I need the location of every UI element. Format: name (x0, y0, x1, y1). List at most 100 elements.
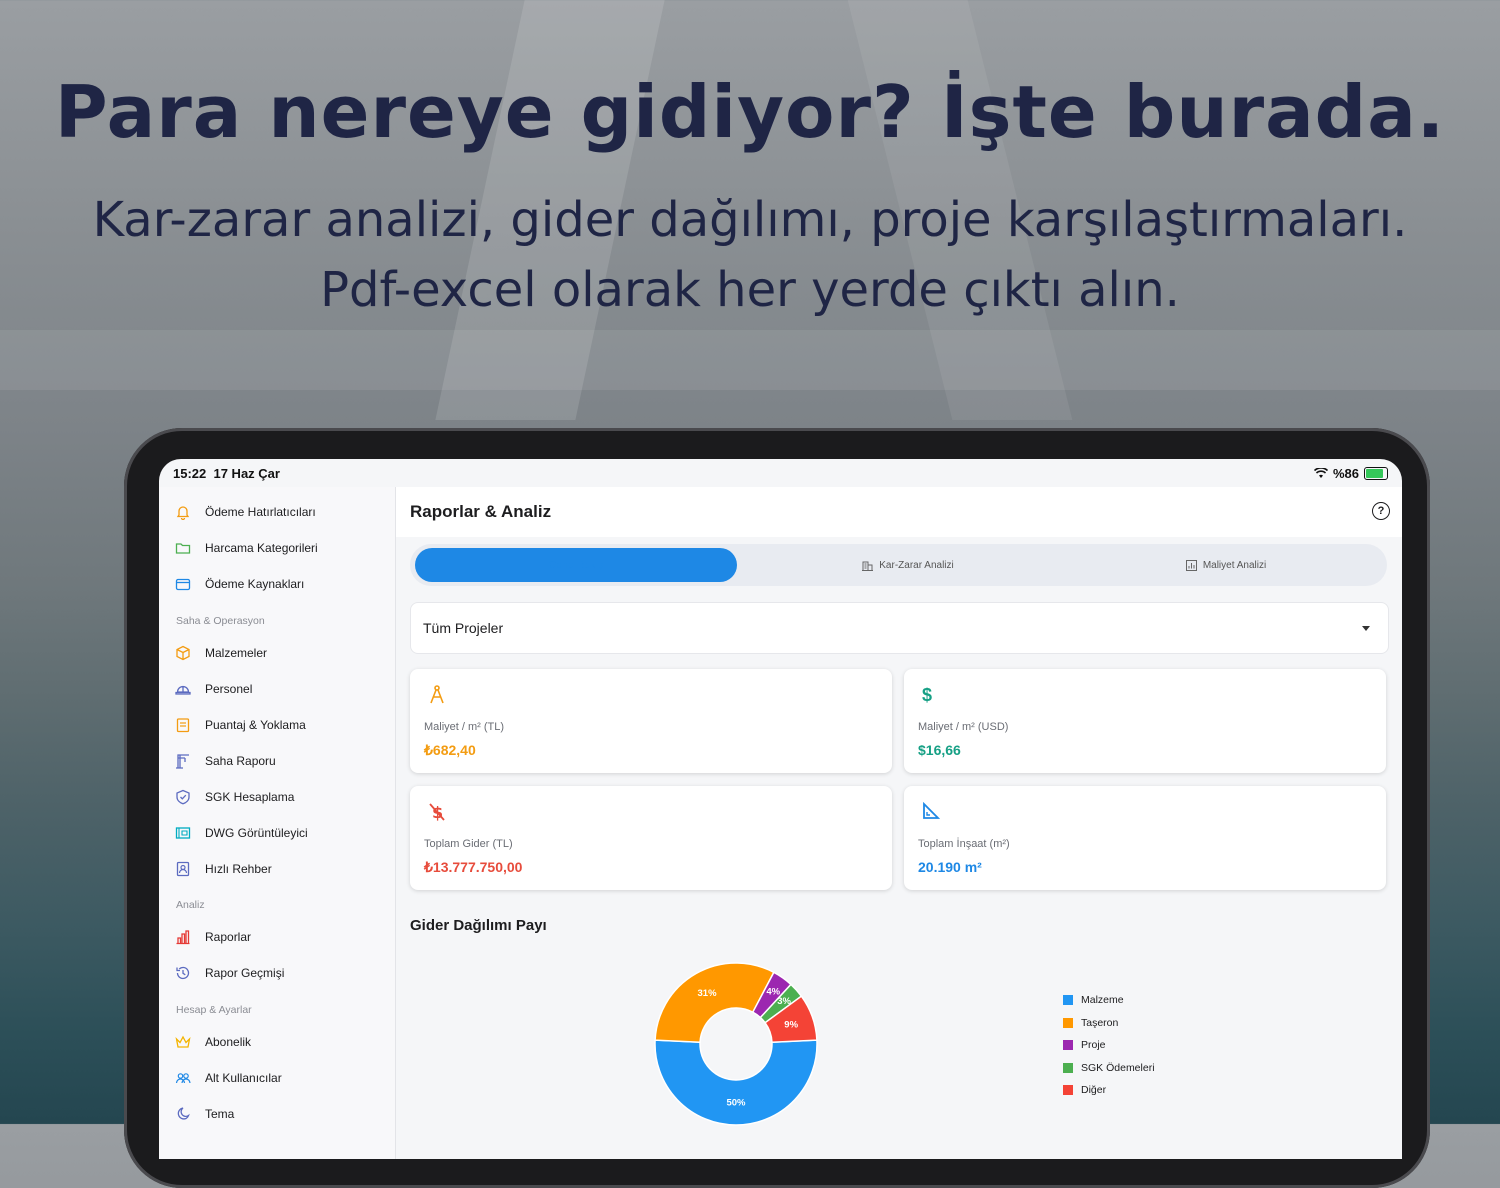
sidebar-item-label: Ödeme Kaynakları (205, 577, 305, 591)
chart-legend: Malzeme Taşeron Proje SGK Ödemeleri Diğer (1063, 989, 1155, 1102)
subline-2: Pdf-excel olarak her yerde çıktı alın. (320, 262, 1180, 318)
stat-card-total-construction: Toplam İnşaat (m²) 20.190 m² (904, 786, 1386, 890)
background-beam (0, 330, 1500, 390)
helmet-icon (174, 680, 192, 698)
tab-bar: Genel Bakış Kar-Zarar Analizi Maliyet An… (410, 544, 1387, 586)
sidebar-item-label: Puantaj & Yoklama (205, 718, 306, 732)
sidebar-item-report-history[interactable]: Rapor Geçmişi (159, 958, 395, 988)
sidebar-item-label: Malzemeler (205, 646, 268, 660)
battery-percent: %86 (1332, 466, 1359, 481)
sidebar-item-label: Personel (205, 682, 253, 696)
legend-label: Taşeron (1081, 1016, 1119, 1029)
sidebar: Ödeme Hatırlatıcıları Harcama Kategorile… (159, 487, 396, 1159)
tab-cost-analysis[interactable]: Maliyet Analizi (1070, 548, 1382, 582)
sidebar-item-label: DWG Görüntüleyici (205, 826, 308, 840)
compass-icon (428, 685, 448, 705)
history-icon (174, 964, 192, 982)
sidebar-item-payment-reminders[interactable]: Ödeme Hatırlatıcıları (159, 497, 395, 527)
sidebar-item-reports[interactable]: Raporlar (159, 922, 395, 952)
legend-label: Proje (1081, 1039, 1106, 1052)
sidebar-item-timesheet[interactable]: Puantaj & Yoklama (159, 710, 395, 740)
building-icon (862, 561, 874, 571)
tab-overview[interactable]: Genel Bakış (415, 548, 737, 582)
legend-label: Malzeme (1081, 994, 1124, 1007)
tab-label: Maliyet Analizi (1202, 559, 1267, 571)
page-title: Raporlar & Analiz (410, 502, 552, 521)
crane-icon (174, 752, 192, 770)
sidebar-item-personnel[interactable]: Personel (159, 674, 395, 704)
donut-slice-malzeme (654, 1039, 818, 1126)
sidebar-item-dwg-viewer[interactable]: DWG Görüntüleyici (159, 818, 395, 848)
headline: Para nereye gidiyor? İşte burada. (54, 70, 1446, 154)
box-icon (174, 644, 192, 662)
chart-section-title: Gider Dağılımı Payı (410, 917, 547, 934)
sidebar-item-label: Abonelik (205, 1035, 252, 1049)
legend-item-malzeme: Malzeme (1063, 989, 1155, 1012)
legend-item-taseron: Taşeron (1063, 1012, 1155, 1035)
stat-label: Maliyet / m² (USD) (918, 721, 1009, 733)
stat-card-cost-per-m2-usd: $ Maliyet / m² (USD) $16,66 (904, 669, 1386, 773)
donut-label-diger: 9% (784, 1019, 798, 1030)
stat-label: Maliyet / m² (TL) (424, 721, 505, 733)
sidebar-item-materials[interactable]: Malzemeler (159, 638, 395, 668)
legend-swatch (1063, 995, 1073, 1006)
wifi-icon (1313, 468, 1328, 478)
sidebar-item-expense-categories[interactable]: Harcama Kategorileri (159, 533, 395, 563)
dollar-icon: $ (922, 685, 933, 705)
tab-label: Genel Bakış (548, 559, 604, 571)
shield-icon (174, 788, 192, 806)
sidebar-item-label: Hızlı Rehber (205, 862, 272, 876)
sidebar-item-site-report[interactable]: Saha Raporu (159, 746, 395, 776)
blueprint-icon (174, 824, 192, 842)
legend-item-proje: Proje (1063, 1034, 1155, 1057)
stat-value: ₺682,40 (424, 742, 476, 758)
bar-chart-icon (174, 928, 192, 946)
sidebar-item-label: Raporlar (205, 930, 252, 944)
crown-icon (174, 1033, 192, 1051)
legend-swatch (1063, 1040, 1073, 1051)
users-icon (174, 1069, 192, 1087)
status-time: 15:22 17 Haz Çar (173, 466, 280, 481)
donut-label-malzeme: 50% (726, 1098, 746, 1109)
moon-icon (174, 1105, 192, 1123)
legend-swatch (1063, 1017, 1073, 1028)
sidebar-item-label: Tema (205, 1107, 235, 1121)
expense-donut-chart: 50%31% 4%3%9% (654, 962, 818, 1126)
stat-card-cost-per-m2-tl: Maliyet / m² (TL) ₺682,40 (410, 669, 892, 773)
legend-item-diger: Diğer (1063, 1079, 1155, 1102)
legend-item-sgk: SGK Ödemeleri (1063, 1057, 1155, 1080)
sidebar-item-theme[interactable]: Tema (159, 1099, 395, 1129)
chart-box-icon (1185, 559, 1197, 571)
help-icon[interactable]: ? (1372, 502, 1390, 520)
sidebar-item-quick-guide[interactable]: Hızlı Rehber (159, 854, 395, 884)
section-label-account: Hesap & Ayarlar (176, 1004, 252, 1016)
stat-value: ₺13.777.750,00 (424, 859, 523, 875)
stat-label: Toplam İnşaat (m²) (918, 838, 1010, 850)
tab-profit-loss[interactable]: Kar-Zarar Analizi (748, 548, 1068, 582)
legend-label: SGK Ödemeleri (1081, 1061, 1155, 1074)
stat-value: $16,66 (918, 742, 961, 758)
tab-label: Kar-Zarar Analizi (879, 559, 954, 571)
section-label-analysis: Analiz (176, 899, 205, 911)
sidebar-item-label: Ödeme Hatırlatıcıları (205, 505, 316, 519)
legend-label: Diğer (1081, 1084, 1107, 1097)
folder-icon (174, 539, 192, 557)
contact-icon (174, 860, 192, 878)
sidebar-item-payment-sources[interactable]: Ödeme Kaynakları (159, 569, 395, 599)
donut-slice-taseron (654, 962, 775, 1044)
sidebar-item-label: Alt Kullanıcılar (205, 1071, 282, 1085)
sidebar-item-sgk[interactable]: SGK Hesaplama (159, 782, 395, 812)
stat-label: Toplam Gider (TL) (424, 838, 513, 850)
stat-card-total-expense: $ Toplam Gider (TL) ₺13.777.750,00 (410, 786, 892, 890)
money-off-icon: $ (428, 802, 448, 822)
chevron-down-icon (1362, 626, 1370, 631)
sidebar-item-subscription[interactable]: Abonelik (159, 1027, 395, 1057)
sidebar-item-label: Harcama Kategorileri (205, 541, 318, 555)
project-select[interactable]: Tüm Projeler (410, 602, 1389, 654)
top-bar: Raporlar & Analiz ? (396, 487, 1402, 537)
donut-label-taseron: 31% (698, 988, 718, 999)
subline-1: Kar-zarar analizi, gider dağılımı, proje… (92, 192, 1408, 248)
area-icon (922, 801, 942, 822)
clipboard-icon (174, 716, 192, 734)
sidebar-item-sub-users[interactable]: Alt Kullanıcılar (159, 1063, 395, 1093)
